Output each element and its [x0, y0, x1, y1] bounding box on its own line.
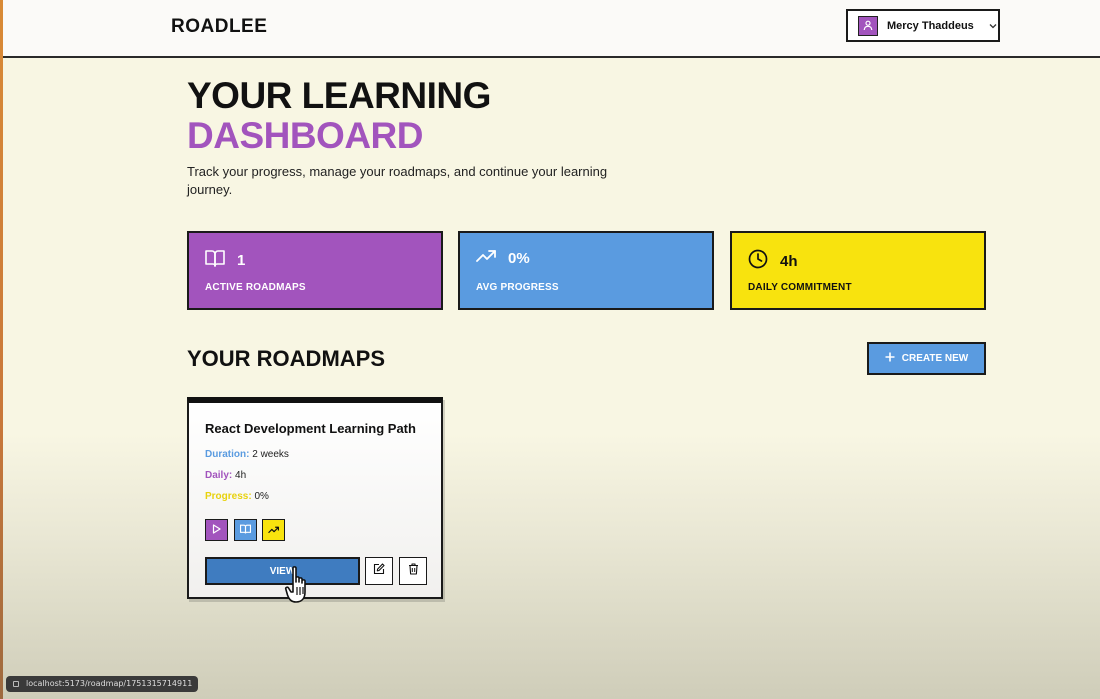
- clock-icon: [748, 249, 768, 274]
- start-roadmap-button[interactable]: [205, 519, 228, 541]
- open-roadmap-button[interactable]: [234, 519, 257, 541]
- section-title: YOUR ROADMAPS: [187, 346, 386, 371]
- book-open-icon: [240, 521, 251, 539]
- app-window: ROADLEE Mercy Thaddeus YOUR LEARNING DAS…: [3, 0, 1100, 699]
- page-subtitle: Track your progress, manage your roadmap…: [187, 164, 608, 197]
- trash-icon: [408, 562, 419, 580]
- user-menu-button[interactable]: Mercy Thaddeus: [846, 9, 1000, 42]
- chevron-down-icon: [989, 21, 997, 31]
- stat-value: 0%: [508, 250, 530, 267]
- stat-card-active-roadmaps: 1 ACTIVE ROADMAPS: [187, 231, 443, 310]
- app-logo[interactable]: ROADLEE: [171, 16, 267, 38]
- duration-label: Duration:: [205, 449, 250, 460]
- roadmap-progress: Progress: 0%: [205, 491, 269, 502]
- plus-icon: [885, 352, 895, 365]
- stat-value: 1: [237, 252, 246, 269]
- roadmap-card: React Development Learning Path Duration…: [187, 397, 443, 599]
- edit-icon: [373, 562, 385, 580]
- progress-label: Progress:: [205, 491, 252, 502]
- duration-value: 2 weeks: [252, 449, 289, 460]
- page-title-line1: YOUR LEARNING: [187, 75, 491, 116]
- status-bar-url: localhost:5173/roadmap/1751315714911: [6, 676, 199, 692]
- edit-roadmap-button[interactable]: [365, 557, 393, 585]
- stat-card-avg-progress: 0% AVG PROGRESS: [458, 231, 714, 310]
- status-url-text: localhost:5173/roadmap/1751315714911: [26, 679, 193, 688]
- trending-up-icon: [268, 521, 280, 539]
- roadmap-duration: Duration: 2 weeks: [205, 449, 289, 460]
- book-open-icon: [205, 249, 225, 272]
- stat-label: ACTIVE ROADMAPS: [205, 282, 306, 293]
- trending-up-icon: [476, 249, 496, 268]
- stat-value: 4h: [780, 253, 798, 270]
- user-icon: [858, 15, 878, 36]
- lock-icon: [13, 681, 19, 687]
- page-title-line2: DASHBOARD: [187, 115, 424, 156]
- roadmap-title: React Development Learning Path: [205, 421, 416, 436]
- top-navbar: ROADLEE Mercy Thaddeus: [3, 0, 1100, 58]
- roadmap-progress-button[interactable]: [262, 519, 285, 541]
- stat-label: AVG PROGRESS: [476, 282, 559, 293]
- stat-label: DAILY COMMITMENT: [748, 282, 852, 293]
- progress-value: 0%: [254, 491, 269, 502]
- play-icon: [212, 521, 221, 539]
- hand-pointer-cursor-icon: [281, 563, 315, 610]
- stat-card-daily-commitment: 4h DAILY COMMITMENT: [730, 231, 986, 310]
- create-new-label: CREATE NEW: [901, 353, 969, 364]
- daily-value: 4h: [235, 470, 247, 481]
- user-name: Mercy Thaddeus: [887, 19, 974, 32]
- roadmap-daily: Daily: 4h: [205, 470, 246, 481]
- daily-label: Daily:: [205, 470, 233, 481]
- delete-roadmap-button[interactable]: [399, 557, 427, 585]
- create-new-button[interactable]: CREATE NEW: [867, 342, 986, 375]
